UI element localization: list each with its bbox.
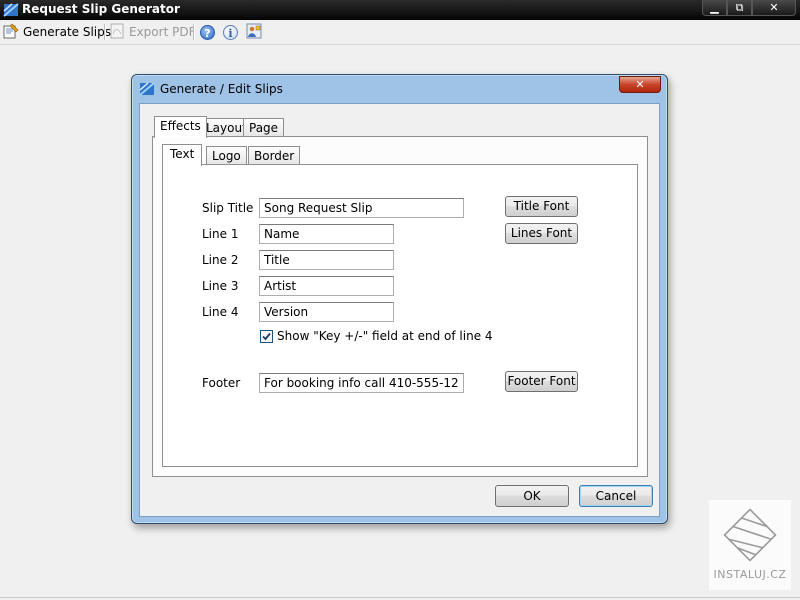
app-title-bar: Request Slip Generator ▁ ⧉ ✕	[0, 0, 800, 20]
line1-label: Line 1	[202, 227, 239, 241]
slip-title-input[interactable]	[259, 198, 464, 218]
checkmark-icon	[262, 332, 271, 341]
app-title: Request Slip Generator	[22, 2, 180, 16]
help-icon: ?	[200, 24, 215, 40]
minimize-button[interactable]: ▁	[702, 0, 727, 16]
toolbar-separator	[193, 24, 195, 40]
tab-page[interactable]: Page	[243, 118, 285, 138]
toolbar-separator	[104, 24, 106, 40]
about-button[interactable]: i	[223, 23, 238, 41]
watermark-text: INSTALUJ.CZ	[713, 568, 787, 581]
export-pdf-label: Export PDF	[129, 25, 196, 39]
line2-input[interactable]	[259, 250, 394, 270]
tab-logo[interactable]: Logo	[206, 146, 247, 166]
key-field-checkbox-label: Show "Key +/-" field at end of line 4	[277, 329, 493, 343]
restore-button[interactable]: ⧉	[727, 0, 752, 16]
footer-font-button[interactable]: Footer Font	[505, 371, 578, 392]
window-close-button[interactable]: ✕	[752, 0, 796, 16]
pdf-icon	[109, 23, 125, 42]
toolbar: Generate Slips Export PDF ? i	[0, 20, 800, 45]
footer-label: Footer	[202, 376, 241, 390]
text-tab-panel: Slip Title Title Font Line 1 Lines Font …	[162, 164, 638, 467]
line3-label: Line 3	[202, 279, 239, 293]
export-pdf-button[interactable]: Export PDF	[109, 23, 195, 41]
watermark: INSTALUJ.CZ	[709, 500, 791, 590]
slip-title-label: Slip Title	[202, 201, 254, 215]
line3-input[interactable]	[259, 276, 394, 296]
cancel-button[interactable]: Cancel	[579, 485, 653, 507]
line4-input[interactable]	[259, 302, 394, 322]
lines-font-button[interactable]: Lines Font	[505, 223, 578, 244]
generate-slips-icon	[3, 23, 19, 42]
window-bottom-border	[0, 597, 800, 598]
dialog-app-icon	[139, 81, 155, 100]
tab-border[interactable]: Border	[248, 146, 301, 166]
ok-button[interactable]: OK	[495, 485, 569, 507]
user-settings-icon	[246, 23, 262, 42]
app-icon	[3, 2, 19, 21]
tab-text[interactable]: Text	[162, 144, 203, 166]
line1-input[interactable]	[259, 224, 394, 244]
help-button[interactable]: ?	[200, 23, 215, 41]
footer-input[interactable]	[259, 373, 464, 393]
info-icon: i	[223, 24, 238, 40]
key-field-checkbox[interactable]	[260, 330, 273, 343]
dialog-title: Generate / Edit Slips	[160, 82, 283, 96]
line2-label: Line 2	[202, 253, 239, 267]
generate-edit-dialog: Generate / Edit Slips ✕ Effects Layout P…	[131, 74, 668, 524]
generate-slips-label: Generate Slips	[23, 25, 112, 39]
line4-label: Line 4	[202, 305, 239, 319]
dialog-close-button[interactable]: ✕	[619, 76, 661, 93]
title-font-button[interactable]: Title Font	[505, 196, 578, 217]
dialog-client-area: Effects Layout Page Text Logo Border Sli…	[139, 103, 660, 517]
tab-effects[interactable]: Effects	[154, 116, 207, 138]
generate-slips-button[interactable]: Generate Slips	[3, 23, 111, 41]
user-settings-button[interactable]	[246, 23, 262, 41]
